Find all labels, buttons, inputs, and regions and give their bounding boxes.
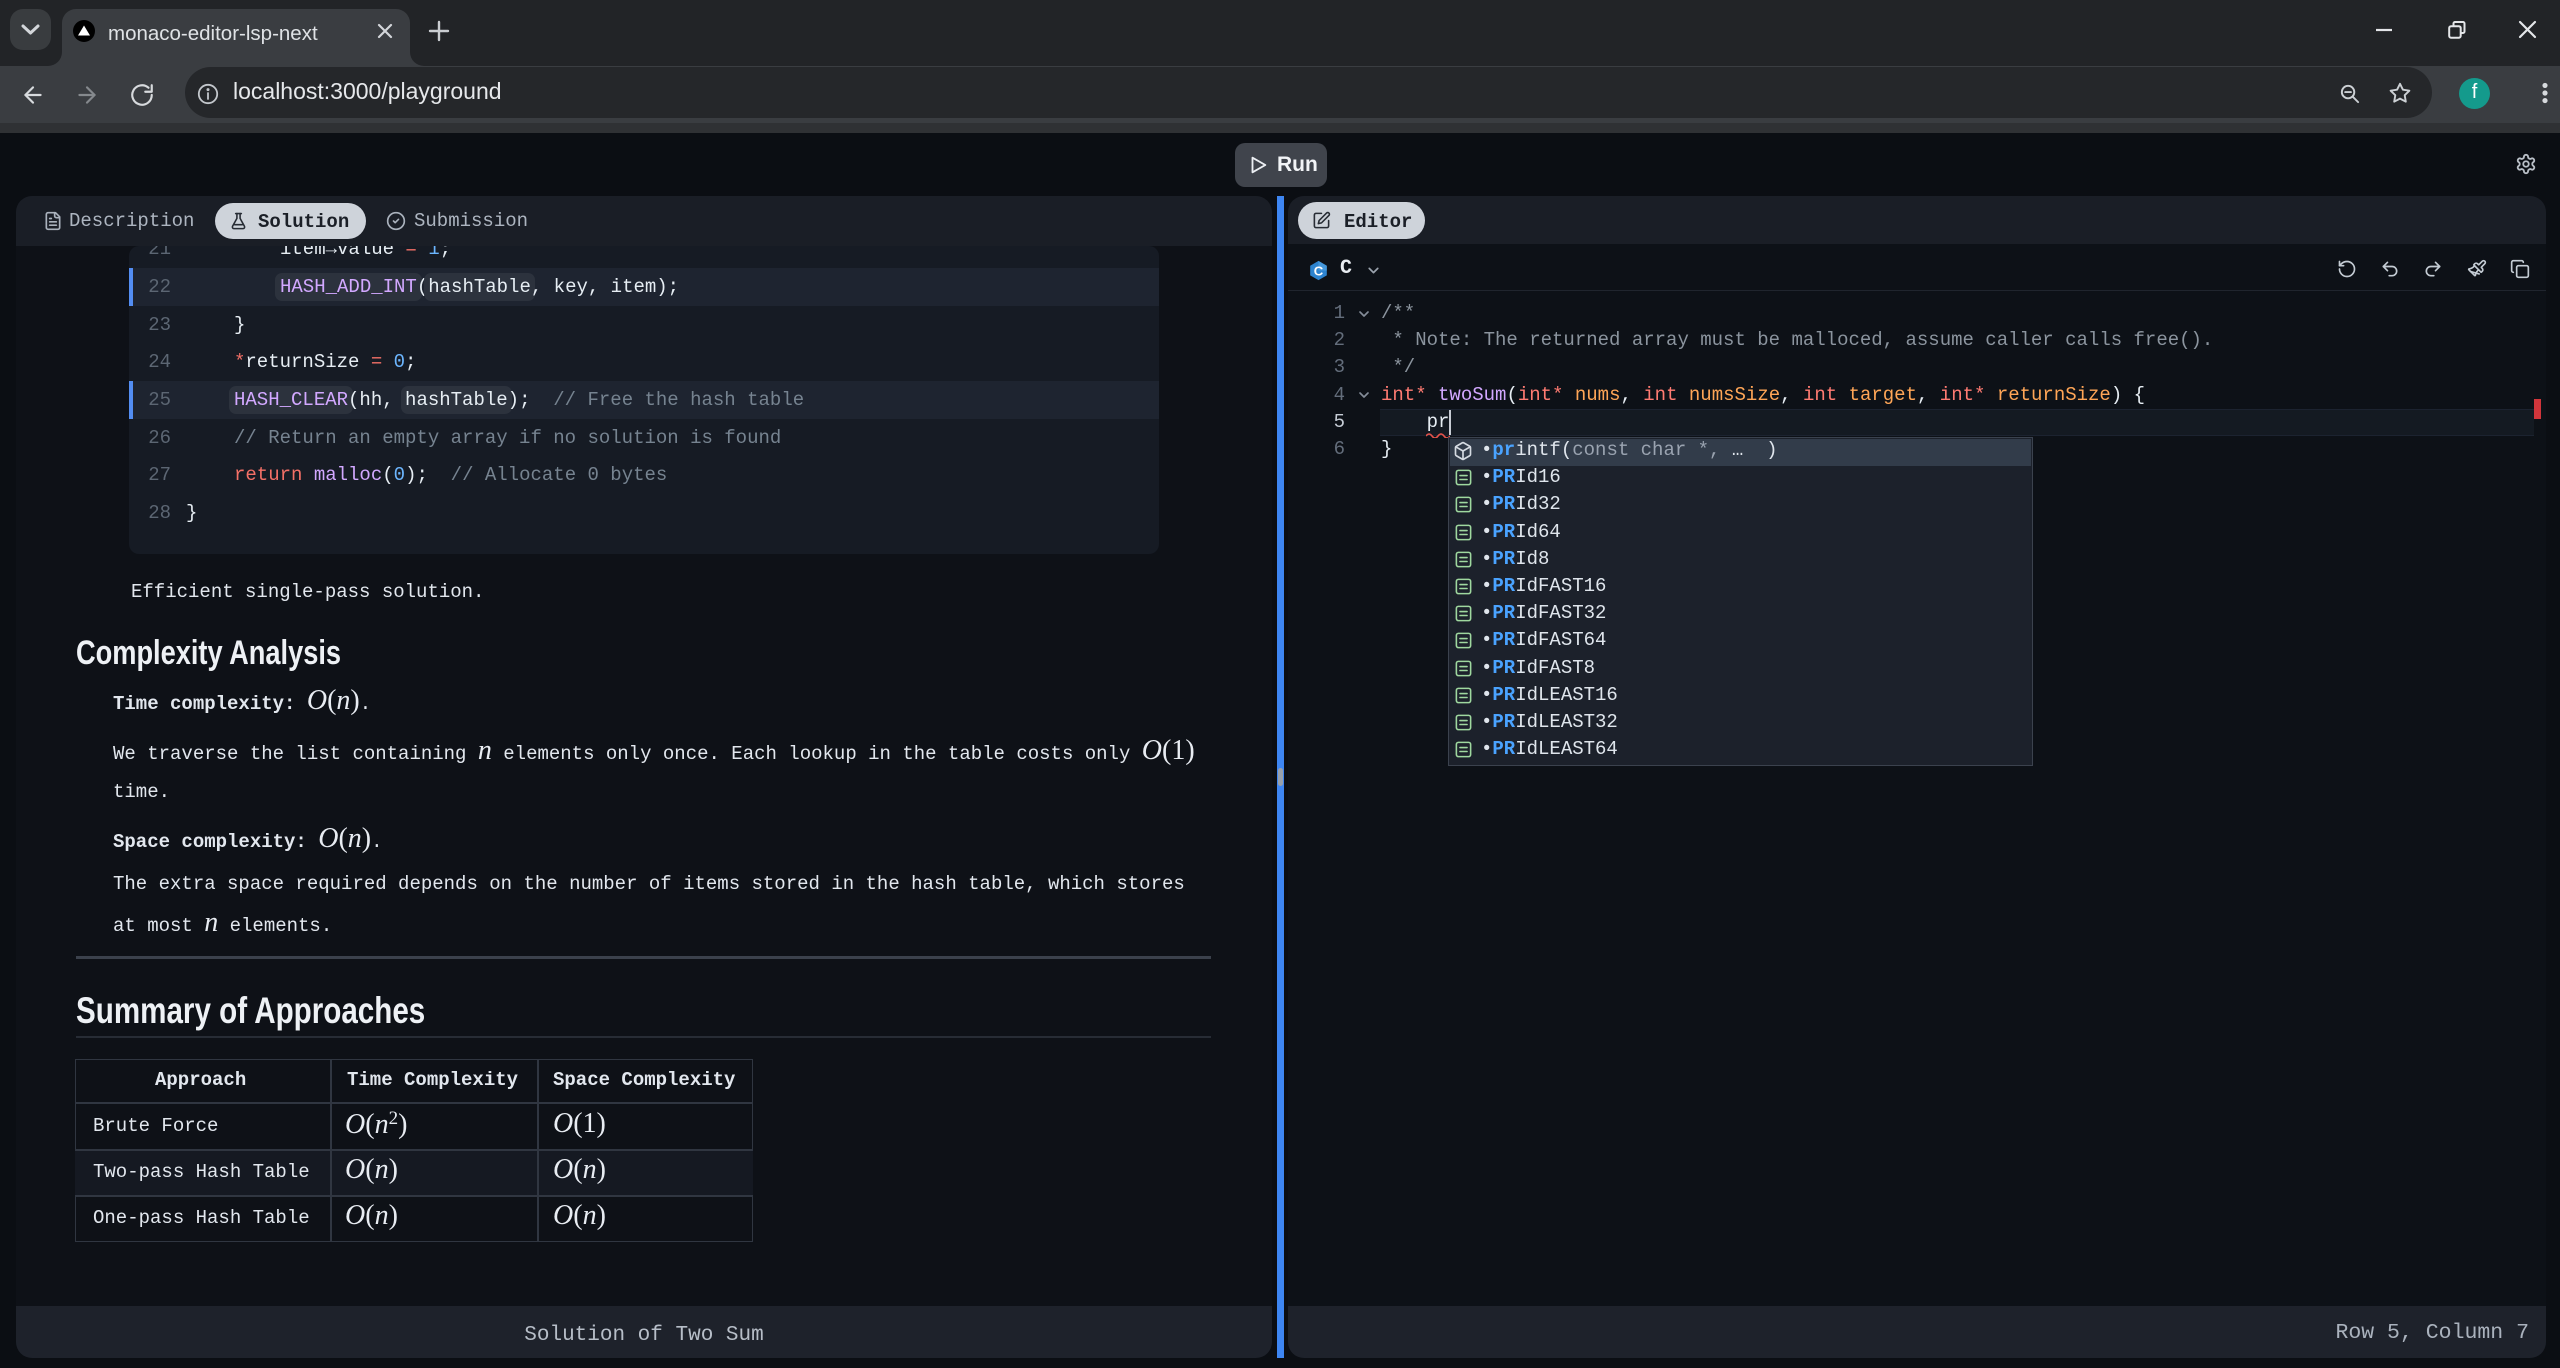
svg-text:C: C [1314,263,1324,278]
